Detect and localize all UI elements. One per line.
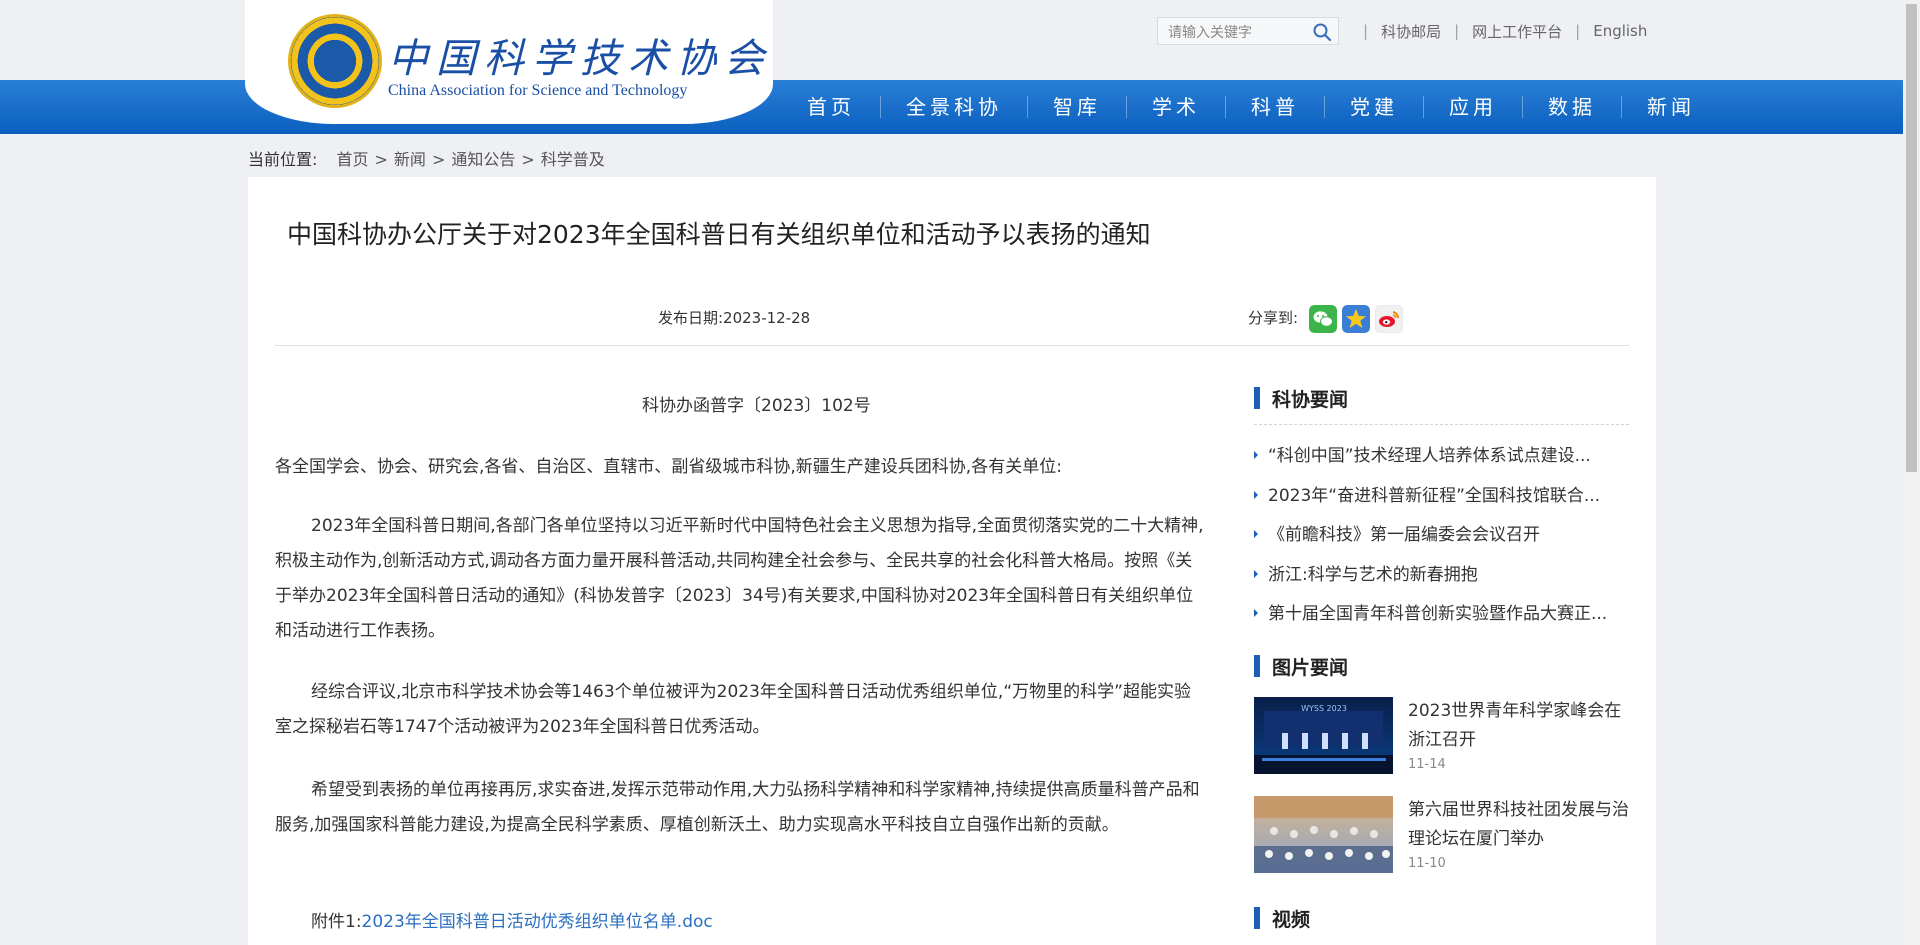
document-number: 科协办函普字〔2023〕102号 (642, 396, 871, 416)
breadcrumb-popular-science[interactable]: 科学普及 (541, 150, 605, 169)
search-input[interactable] (1158, 18, 1320, 46)
bullet-icon (1254, 530, 1258, 538)
nav-apps[interactable]: 应用 (1423, 96, 1522, 118)
nav-think-tank[interactable]: 智库 (1027, 96, 1126, 118)
article-paragraph: 希望受到表扬的单位再接再厉,求实奋进,发挥示范带动作用,大力弘扬科学精神和科学家… (275, 780, 1200, 835)
news-title: 2023年“奋进科普新征程”全国科技馆联合... (1268, 486, 1601, 506)
pic-news-date: 11-10 (1408, 856, 1446, 871)
separator: | (1454, 22, 1460, 40)
news-photo-forum[interactable] (1254, 796, 1393, 873)
search-icon[interactable] (1312, 22, 1332, 42)
link-mail[interactable]: 科协邮局 (1381, 21, 1441, 42)
title-divider (275, 345, 1629, 346)
breadcrumb-home[interactable]: 首页 (337, 150, 369, 169)
attachment: 附件1:2023年全国科普日活动优秀组织单位名单.doc (311, 907, 713, 932)
sidebar-news-item[interactable]: “科创中国”技术经理人培养体系试点建设... (1254, 441, 1629, 466)
breadcrumb-separator: > (374, 150, 388, 169)
wechat-icon[interactable] (1309, 305, 1337, 333)
sidebar-news-item[interactable]: 浙江:科学与艺术的新春拥抱 (1254, 560, 1629, 585)
breadcrumb-label: 当前位置: (248, 150, 318, 169)
breadcrumb-news[interactable]: 新闻 (394, 150, 426, 169)
separator: | (1363, 22, 1369, 40)
bullet-icon (1254, 491, 1258, 499)
attachment-link[interactable]: 2023年全国科普日活动优秀组织单位名单.doc (362, 912, 713, 932)
news-title: 浙江:科学与艺术的新春拥抱 (1268, 565, 1478, 585)
news-photo-summit[interactable]: WYSS 2023 (1254, 697, 1393, 774)
separator: | (1575, 22, 1581, 40)
pic-news-date: 11-14 (1408, 757, 1446, 772)
logo-chinese-name[interactable]: 中国科学技术协会 (388, 26, 772, 84)
link-work-platform[interactable]: 网上工作平台 (1472, 21, 1562, 42)
breadcrumb-notices[interactable]: 通知公告 (451, 150, 515, 169)
nav-news[interactable]: 新闻 (1621, 96, 1720, 118)
pic-news-title[interactable]: 2023世界青年科学家峰会在浙江召开 (1408, 697, 1633, 755)
sidebar-news-heading[interactable]: 科协要闻 (1254, 385, 1348, 412)
addressee: 各全国学会、协会、研究会,各省、自治区、直辖市、副省级城市科协,新疆生产建设兵团… (275, 457, 1062, 477)
main-nav: 首页 全景科协 智库 学术 科普 党建 应用 数据 新闻 (782, 80, 1720, 134)
qzone-icon[interactable] (1342, 305, 1370, 333)
nav-popular-science[interactable]: 科普 (1225, 96, 1324, 118)
bullet-icon (1254, 609, 1258, 617)
bullet-icon (1254, 570, 1258, 578)
news-title: 《前瞻科技》第一届编委会会议召开 (1268, 525, 1540, 545)
search-box (1157, 17, 1339, 46)
bullet-icon (1254, 451, 1258, 459)
link-english[interactable]: English (1593, 22, 1647, 40)
publish-date: 发布日期:2023-12-28 (658, 309, 811, 327)
cast-emblem-icon[interactable] (288, 14, 382, 108)
pic-news-title[interactable]: 第六届世界科技社团发展与治理论坛在厦门举办 (1408, 796, 1633, 854)
breadcrumb: 当前位置: 首页 > 新闻 > 通知公告 > 科学普及 (248, 146, 605, 170)
nav-cast-overview[interactable]: 全景科协 (880, 96, 1027, 118)
article-paragraph: 经综合评议,北京市科学技术协会等1463个单位被评为2023年全国科普日活动优秀… (275, 682, 1191, 737)
svg-text:WYSS 2023: WYSS 2023 (1301, 704, 1347, 713)
article-paragraph: 2023年全国科普日期间,各部门各单位坚持以习近平新时代中国特色社会主义思想为指… (275, 516, 1204, 641)
logo-english-name[interactable]: China Association for Science and Techno… (388, 82, 687, 100)
attachment-label: 附件1: (311, 912, 362, 932)
news-title: 第十届全国青年科普创新实验暨作品大赛正... (1268, 604, 1608, 624)
nav-party[interactable]: 党建 (1324, 96, 1423, 118)
breadcrumb-separator: > (521, 150, 535, 169)
sidebar-video-heading[interactable]: 视频 (1254, 905, 1310, 932)
nav-academic[interactable]: 学术 (1126, 96, 1225, 118)
sidebar-news-item[interactable]: 第十届全国青年科普创新实验暨作品大赛正... (1254, 599, 1629, 624)
sidebar-pics-heading[interactable]: 图片要闻 (1254, 653, 1348, 680)
weibo-icon[interactable] (1375, 305, 1403, 333)
sidebar-news-item[interactable]: 《前瞻科技》第一届编委会会议召开 (1254, 520, 1629, 545)
scrollbar-thumb[interactable] (1906, 4, 1917, 472)
share-label: 分享到: (1248, 309, 1299, 327)
top-links: | 科协邮局 | 网上工作平台 | English (1350, 20, 1647, 42)
sidebar-news-item[interactable]: 2023年“奋进科普新征程”全国科技馆联合... (1254, 481, 1629, 506)
nav-data[interactable]: 数据 (1522, 96, 1621, 118)
sidebar-divider (1254, 424, 1629, 425)
article-title: 中国科协办公厅关于对2023年全国科普日有关组织单位和活动予以表扬的通知 (287, 220, 1151, 249)
breadcrumb-separator: > (431, 150, 446, 169)
nav-home[interactable]: 首页 (782, 96, 880, 118)
news-title: “科创中国”技术经理人培养体系试点建设... (1268, 446, 1591, 466)
